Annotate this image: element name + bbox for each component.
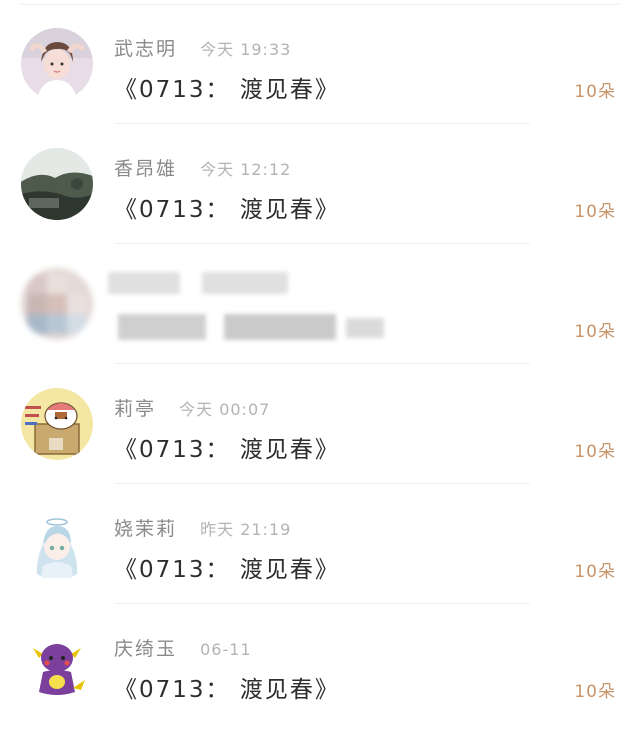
- reward-count: 10朵: [574, 202, 616, 222]
- reward-count: 10朵: [574, 562, 616, 582]
- message-time: 今天 12:12: [200, 160, 292, 179]
- reward-count: 10朵: [574, 82, 616, 102]
- blurred-avatar[interactable]: [21, 268, 93, 340]
- message-meta: 庆绮玉 06-11: [114, 634, 252, 660]
- message-time: 今天 00:07: [179, 400, 271, 419]
- blurred-title-part: [118, 314, 206, 340]
- message-meta: 莉亭 今天 00:07: [114, 394, 271, 420]
- message-meta: 娆茉莉 昨天 21:19: [114, 514, 292, 540]
- message-meta: 香昂雄 今天 12:12: [114, 154, 292, 180]
- message-title: 《0713： 渡见春》: [114, 557, 340, 583]
- sender-name: 娆茉莉: [114, 518, 178, 540]
- message-meta: 武志明 今天 19:33: [114, 34, 292, 60]
- landscape-avatar[interactable]: [21, 148, 93, 220]
- reward-count: 10朵: [574, 322, 616, 342]
- list-item[interactable]: 庆绮玉 06-11 《0713： 渡见春》 10朵: [0, 600, 640, 720]
- reward-count: 10朵: [574, 442, 616, 462]
- list-item[interactable]: 武志明 今天 19:33 《0713： 渡见春》 10朵: [0, 0, 640, 124]
- message-time: 06-11: [200, 640, 252, 659]
- sender-name: 武志明: [114, 38, 178, 60]
- list-item[interactable]: 香昂雄 今天 12:12 《0713： 渡见春》 10朵: [0, 120, 640, 244]
- blurred-name: [108, 272, 180, 294]
- message-title: 《0713： 渡见春》: [114, 197, 340, 223]
- message-title: 《0713： 渡见春》: [114, 677, 340, 703]
- message-time: 今天 19:33: [200, 40, 292, 59]
- list-item[interactable]: 10朵: [0, 240, 640, 364]
- sender-name: 莉亭: [114, 398, 157, 420]
- message-title: 《0713： 渡见春》: [114, 437, 340, 463]
- girl-photo-avatar[interactable]: [21, 28, 93, 100]
- list-item[interactable]: 娆茉莉 昨天 21:19 《0713： 渡见春》 10朵: [0, 480, 640, 604]
- purple-creature-avatar[interactable]: [21, 628, 93, 700]
- blurred-title-part: [224, 314, 336, 340]
- message-time: 昨天 21:19: [200, 520, 292, 539]
- sender-name: 庆绮玉: [114, 638, 178, 660]
- cartoon-cat-box-avatar[interactable]: [21, 388, 93, 460]
- anime-girl-avatar[interactable]: [21, 508, 93, 580]
- blurred-time: [202, 272, 288, 294]
- reward-count: 10朵: [574, 682, 616, 702]
- message-title: 《0713： 渡见春》: [114, 77, 340, 103]
- list-item[interactable]: 莉亭 今天 00:07 《0713： 渡见春》 10朵: [0, 360, 640, 484]
- sender-name: 香昂雄: [114, 158, 178, 180]
- blurred-title-part: [346, 318, 384, 338]
